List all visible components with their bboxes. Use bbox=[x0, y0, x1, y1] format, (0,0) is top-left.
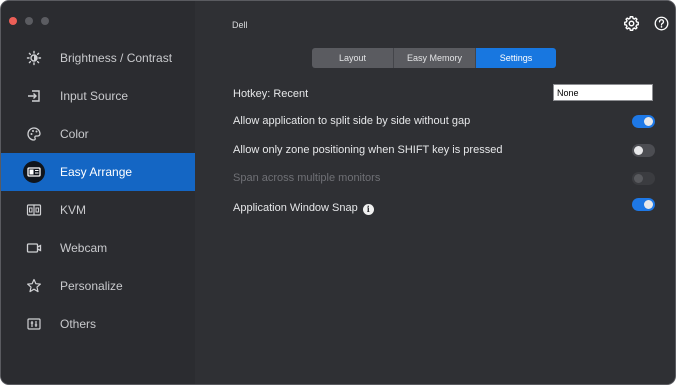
toggle-knob bbox=[644, 117, 653, 126]
gear-icon[interactable] bbox=[623, 15, 639, 31]
star-icon bbox=[24, 276, 44, 296]
sidebar-item-label: Webcam bbox=[60, 241, 108, 255]
sidebar-item-webcam[interactable]: Webcam bbox=[1, 229, 195, 267]
shift-zone-positioning-toggle[interactable] bbox=[632, 144, 655, 157]
split-without-gap-label: Allow application to split side by side … bbox=[233, 115, 471, 127]
tab-layout[interactable]: Layout bbox=[312, 48, 393, 68]
window-controls bbox=[9, 17, 49, 25]
sidebar-item-color[interactable]: Color bbox=[1, 115, 195, 153]
layout-window-icon bbox=[23, 161, 45, 183]
sidebar-item-easy-arrange[interactable]: Easy Arrange bbox=[1, 153, 195, 191]
sidebar-item-label: KVM bbox=[60, 203, 87, 217]
question-circle-icon[interactable] bbox=[653, 15, 669, 31]
sidebar-item-label: Color bbox=[60, 127, 89, 141]
span-multiple-monitors-toggle bbox=[632, 172, 655, 185]
sidebar-item-input-source[interactable]: Input Source bbox=[1, 77, 195, 115]
toggle-knob bbox=[644, 200, 653, 209]
split-without-gap-toggle[interactable] bbox=[632, 115, 655, 128]
input-arrow-icon bbox=[24, 86, 44, 106]
sidebar-item-label: Personalize bbox=[60, 279, 123, 293]
zoom-window-button[interactable] bbox=[41, 17, 49, 25]
toggle-knob bbox=[634, 146, 643, 155]
sidebar-item-kvm[interactable]: KVM bbox=[1, 191, 195, 229]
sidebar-item-label: Easy Arrange bbox=[60, 165, 133, 179]
sidebar-nav: Brightness / Contrast Input Source Color… bbox=[1, 39, 195, 343]
sidebar-item-label: Others bbox=[60, 317, 97, 331]
sidebar: Brightness / Contrast Input Source Color… bbox=[1, 1, 195, 384]
sidebar-item-others[interactable]: Others bbox=[1, 305, 195, 343]
toggle-knob bbox=[634, 174, 643, 183]
app-window: Brightness / Contrast Input Source Color… bbox=[0, 0, 676, 385]
span-multiple-monitors-label: Span across multiple monitors bbox=[233, 172, 381, 184]
window-title: Dell bbox=[232, 20, 248, 30]
shift-zone-positioning-label: Allow only zone positioning when SHIFT k… bbox=[233, 144, 503, 156]
minimize-window-button[interactable] bbox=[25, 17, 33, 25]
sun-icon bbox=[24, 48, 44, 68]
tab-easy-memory[interactable]: Easy Memory bbox=[393, 48, 475, 68]
kvm-icon bbox=[24, 200, 44, 220]
window-snap-row: Application Window Snap i bbox=[233, 202, 374, 215]
sidebar-item-label: Brightness / Contrast bbox=[60, 51, 173, 65]
sidebar-item-brightness-contrast[interactable]: Brightness / Contrast bbox=[1, 39, 195, 77]
sliders-icon bbox=[24, 314, 44, 334]
hotkey-field[interactable] bbox=[553, 84, 653, 101]
main-panel: Dell Layout Easy Memory Settings Hotkey:… bbox=[195, 1, 675, 384]
tab-bar: Layout Easy Memory Settings bbox=[312, 48, 556, 68]
window-snap-label: Application Window Snap bbox=[233, 202, 358, 214]
sidebar-item-personalize[interactable]: Personalize bbox=[1, 267, 195, 305]
window-snap-toggle[interactable] bbox=[632, 198, 655, 211]
camera-icon bbox=[24, 238, 44, 258]
sidebar-item-label: Input Source bbox=[60, 89, 129, 103]
palette-icon bbox=[24, 124, 44, 144]
close-window-button[interactable] bbox=[9, 17, 17, 25]
info-icon[interactable]: i bbox=[362, 203, 374, 215]
tab-settings[interactable]: Settings bbox=[475, 48, 556, 68]
hotkey-label: Hotkey: Recent bbox=[233, 88, 309, 100]
